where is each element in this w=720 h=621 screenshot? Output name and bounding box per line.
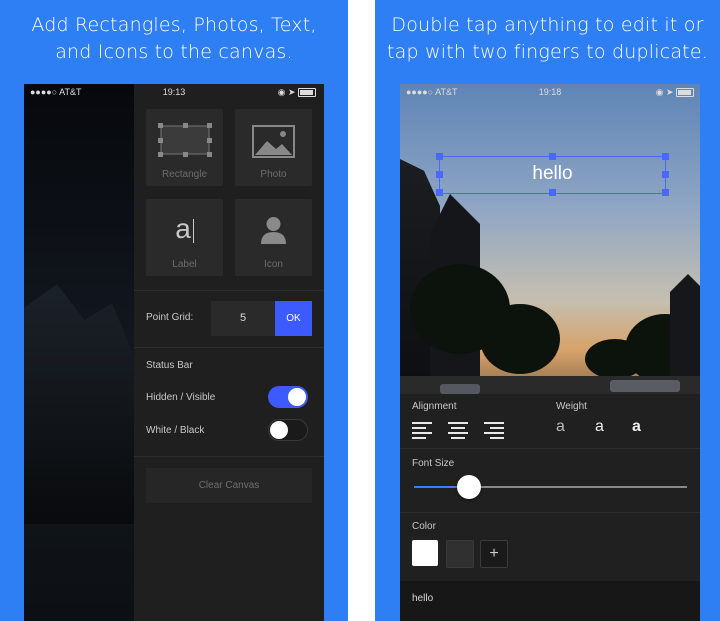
status-bar: ●●●●○ AT&T 19:18 ◉ ➤ bbox=[400, 84, 700, 100]
color-swatch-dark[interactable] bbox=[446, 540, 474, 568]
car bbox=[610, 380, 680, 392]
resize-handle[interactable] bbox=[549, 189, 556, 196]
font-size-slider-knob[interactable] bbox=[456, 475, 481, 499]
tile-icon[interactable]: Icon bbox=[235, 199, 312, 276]
add-elements-menu: 19:13 ◉ ➤ Rectangle Photo a Label Icon P… bbox=[134, 84, 324, 621]
resize-handle[interactable] bbox=[662, 171, 669, 178]
label-icon: a bbox=[146, 213, 223, 245]
alarm-icon: ◉ bbox=[655, 87, 664, 97]
tile-photo[interactable]: Photo bbox=[235, 109, 312, 186]
carrier-label: ●●●●○ AT&T bbox=[30, 87, 82, 97]
divider bbox=[400, 512, 700, 513]
hidden-visible-toggle[interactable] bbox=[268, 386, 308, 408]
toggle-knob bbox=[270, 421, 288, 439]
resize-handle[interactable] bbox=[662, 189, 669, 196]
status-right-icons: ◉ ➤ bbox=[278, 87, 316, 98]
canvas-photo: ●●●●○ AT&T 19:18 ◉ ➤ hello bbox=[400, 84, 700, 394]
alignment-label: Alignment bbox=[412, 401, 457, 412]
divider bbox=[400, 448, 700, 449]
color-label: Color bbox=[412, 521, 436, 532]
resize-handle[interactable] bbox=[662, 153, 669, 160]
tile-label[interactable]: a Label bbox=[146, 199, 223, 276]
font-size-label: Font Size bbox=[412, 458, 455, 469]
rectangle-icon bbox=[158, 123, 212, 157]
tile-photo-label: Photo bbox=[260, 169, 287, 180]
left-caption: Add Rectangles, Photos, Text, and Icons … bbox=[31, 14, 317, 63]
status-right-icons: ◉ ➤ bbox=[656, 87, 694, 98]
photo-icon bbox=[252, 125, 295, 158]
align-right-icon[interactable] bbox=[484, 422, 504, 439]
divider bbox=[134, 456, 324, 457]
weight-bold-button[interactable]: a bbox=[632, 418, 641, 436]
resize-handle[interactable] bbox=[436, 153, 443, 160]
right-caption: Double tap anything to edit it or tap wi… bbox=[387, 14, 708, 63]
car bbox=[440, 384, 480, 394]
resize-handle[interactable] bbox=[549, 153, 556, 160]
divider bbox=[134, 347, 324, 348]
add-color-button[interactable]: + bbox=[480, 540, 508, 568]
battery-icon bbox=[298, 88, 316, 98]
white-black-toggle[interactable] bbox=[268, 419, 308, 441]
align-center-icon[interactable] bbox=[448, 422, 468, 439]
location-icon: ➤ bbox=[287, 87, 296, 97]
tile-icon-label: Icon bbox=[264, 259, 283, 270]
weight-label: Weight bbox=[556, 401, 587, 412]
tile-label-label: Label bbox=[172, 259, 197, 270]
person-icon bbox=[261, 217, 286, 244]
panel-gap bbox=[348, 0, 375, 621]
location-icon: ➤ bbox=[665, 87, 674, 97]
canvas-background-scenery bbox=[24, 284, 134, 524]
text-edit-value: hello bbox=[412, 593, 434, 604]
point-grid-ok-button[interactable]: OK bbox=[275, 301, 312, 336]
point-grid-input[interactable]: 5 bbox=[211, 301, 275, 336]
tile-rectangle[interactable]: Rectangle bbox=[146, 109, 223, 186]
resize-handle[interactable] bbox=[436, 171, 443, 178]
text-edit-field[interactable]: hello bbox=[400, 581, 700, 621]
color-swatch-white[interactable] bbox=[412, 540, 438, 566]
status-bar-section-title: Status Bar bbox=[146, 360, 193, 371]
label-glyph: a bbox=[175, 213, 191, 244]
right-phone-screen: ●●●●○ AT&T 19:18 ◉ ➤ hello Alignment Wei… bbox=[400, 84, 700, 621]
divider bbox=[134, 290, 324, 291]
battery-icon bbox=[676, 88, 694, 98]
left-promo-panel: Add Rectangles, Photos, Text, and Icons … bbox=[0, 0, 348, 621]
tree-silhouette bbox=[480, 304, 560, 374]
toggle-knob bbox=[288, 388, 306, 406]
weight-light-button[interactable]: a bbox=[556, 418, 565, 436]
tile-rectangle-label: Rectangle bbox=[161, 169, 208, 180]
status-time: 19:13 bbox=[162, 87, 186, 97]
status-bar: ●●●●○ AT&T bbox=[24, 84, 134, 100]
text-box-content: hello bbox=[532, 163, 573, 184]
align-left-icon[interactable] bbox=[412, 422, 432, 439]
alarm-icon: ◉ bbox=[277, 87, 286, 97]
left-phone-screen: ●●●●○ AT&T 19:13 ◉ ➤ Rectangle Photo a L… bbox=[24, 84, 324, 621]
clear-canvas-button[interactable]: Clear Canvas bbox=[146, 468, 312, 503]
weight-regular-button[interactable]: a bbox=[595, 418, 604, 436]
resize-handle[interactable] bbox=[436, 189, 443, 196]
